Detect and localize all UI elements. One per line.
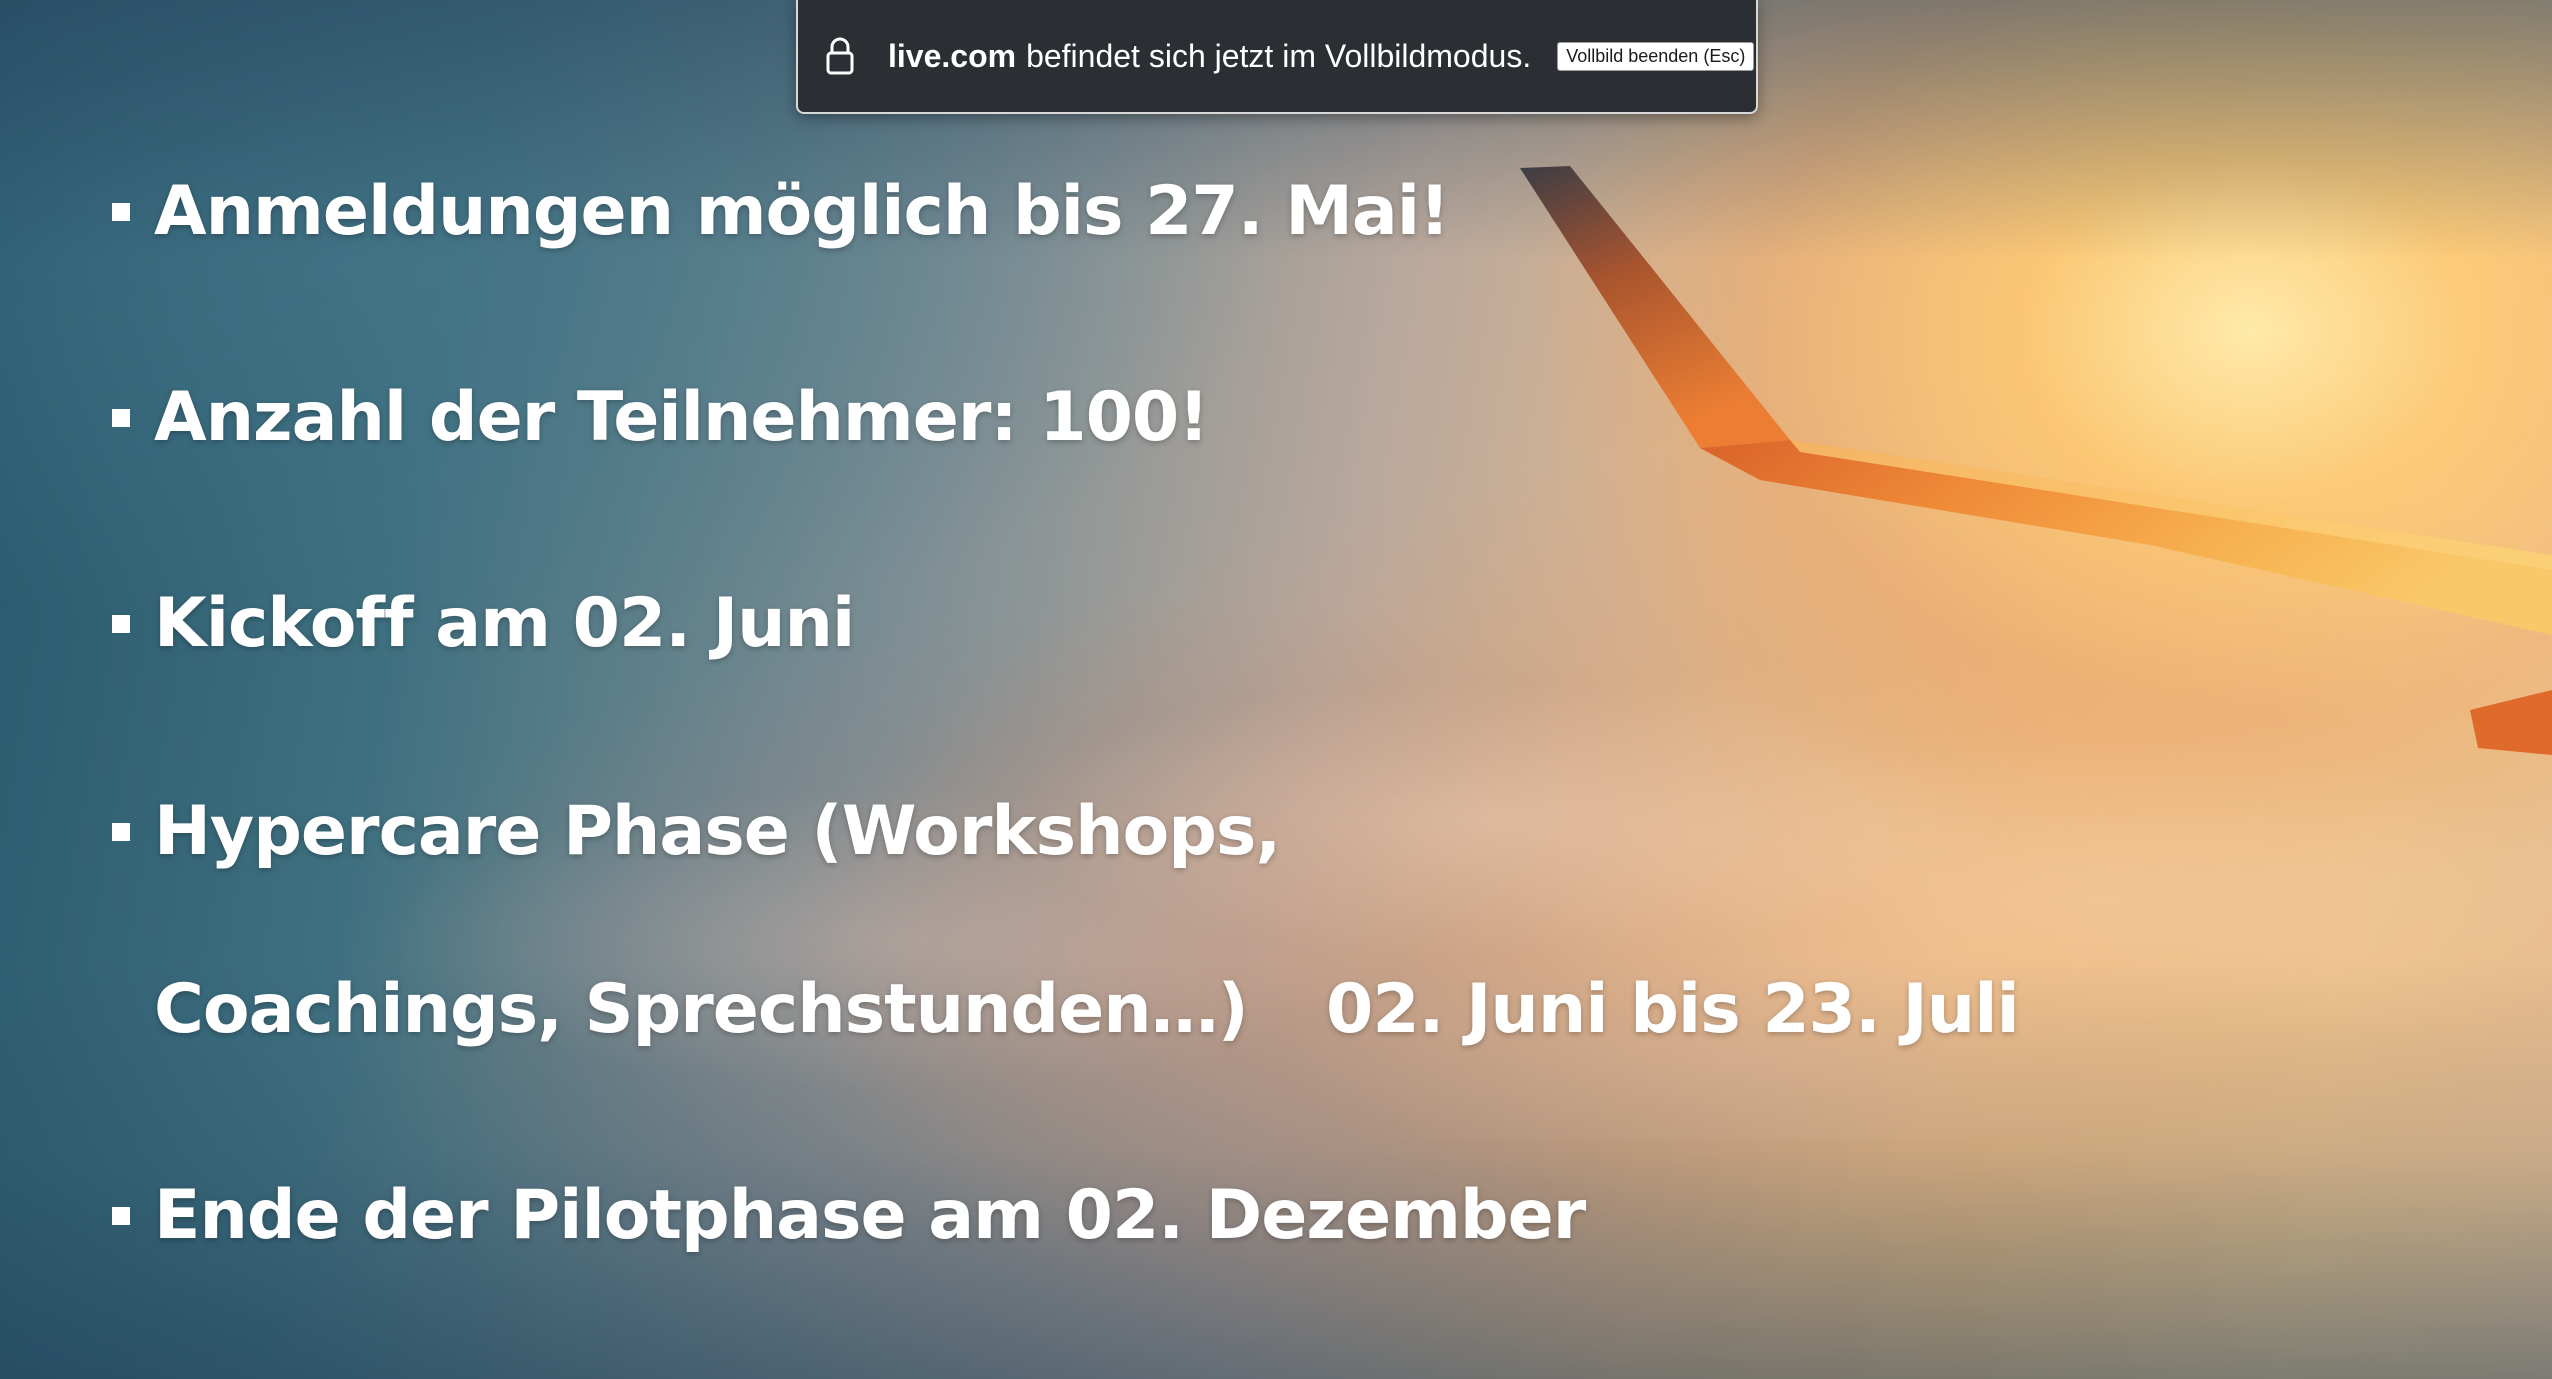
bullet-text: Anzahl der Teilnehmer: 100! xyxy=(154,378,1209,457)
bullet-text: Ende der Pilotphase am 02. Dezember xyxy=(154,1176,1586,1255)
slide-bullet-list: Anmeldungen möglich bis 27. Mai! Anzahl … xyxy=(0,0,2552,1379)
bullet-participants: Anzahl der Teilnehmer: 100! xyxy=(112,378,1209,457)
exit-fullscreen-button[interactable]: Vollbild beenden (Esc) xyxy=(1557,41,1755,71)
bullet-square-icon xyxy=(112,202,130,221)
bullet-text: Hypercare Phase (Workshops, xyxy=(154,792,1281,871)
bullet-kickoff: Kickoff am 02. Juni xyxy=(112,584,855,663)
bullet-pilot-end: Ende der Pilotphase am 02. Dezember xyxy=(112,1176,1586,1255)
fullscreen-notification: live.com befindet sich jetzt im Vollbild… xyxy=(796,0,1758,114)
bullet-text: Kickoff am 02. Juni xyxy=(154,584,855,663)
bullet-registration: Anmeldungen möglich bis 27. Mai! xyxy=(112,172,1450,251)
bullet-square-icon xyxy=(112,408,130,427)
slide-canvas: Anmeldungen möglich bis 27. Mai! Anzahl … xyxy=(0,0,2552,1379)
bullet-square-icon xyxy=(112,614,130,633)
bullet-hypercare: Hypercare Phase (Workshops, xyxy=(112,792,1281,871)
bullet-square-icon xyxy=(112,1206,130,1225)
bullet-text: Anmeldungen möglich bis 27. Mai! xyxy=(154,172,1450,251)
bullet-hypercare-continuation: Coachings, Sprechstunden…) xyxy=(154,970,1249,1049)
lock-icon xyxy=(826,37,854,75)
fullscreen-domain: live.com xyxy=(888,37,1017,74)
fullscreen-message: befindet sich jetzt im Vollbildmodus. xyxy=(1026,37,1532,74)
hypercare-date-range: 02. Juni bis 23. Juli xyxy=(1326,970,2020,1049)
bullet-square-icon xyxy=(112,822,130,841)
